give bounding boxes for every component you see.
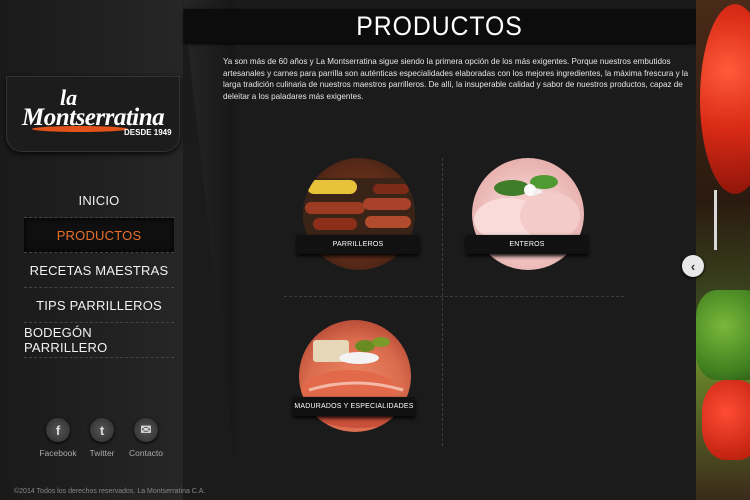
nav-item-productos[interactable]: PRODUCTOS — [24, 218, 174, 253]
parrilleros-label[interactable]: PARRILLEROS — [297, 235, 419, 254]
green-pepper-shape — [696, 290, 750, 380]
category-madurados[interactable]: MADURADOS Y ESPECIALIDADES — [293, 320, 415, 440]
contact-label[interactable]: Contacto — [129, 448, 163, 458]
skewer-shape — [714, 190, 717, 250]
logo[interactable]: la Montserratina DESDE 1949 — [6, 76, 180, 152]
page-title-bar: PRODUCTOS — [184, 9, 696, 43]
main-content: PRODUCTOS Ya son más de 60 años y La Mon… — [184, 0, 696, 500]
category-enteros[interactable]: ENTEROS — [466, 158, 588, 278]
twitter-label[interactable]: Twitter — [89, 448, 114, 458]
page-title: PRODUCTOS — [356, 10, 524, 41]
category-parrilleros[interactable]: PARRILLEROS — [297, 158, 419, 278]
social-links: f Facebook t Twitter ✉ Contacto — [38, 418, 166, 458]
footer-copyright: ©2014 Todos los derechos reservados. La … — [14, 488, 206, 495]
facebook-link[interactable]: f Facebook — [38, 418, 78, 458]
red-pepper-shape — [702, 380, 750, 460]
slider-prev-arrow[interactable]: ‹ — [682, 255, 704, 277]
grid-divider-vertical — [442, 158, 443, 446]
nav-item-inicio[interactable]: INICIO — [24, 183, 174, 218]
intro-paragraph: Ya son más de 60 años y La Montserratina… — [223, 57, 689, 101]
main-nav: INICIO PRODUCTOS RECETAS MAESTRAS TIPS P… — [24, 183, 174, 358]
contact-link[interactable]: ✉ Contacto — [126, 418, 166, 458]
facebook-icon[interactable]: f — [46, 418, 70, 442]
grid-divider-horizontal — [284, 296, 624, 297]
mail-icon[interactable]: ✉ — [134, 418, 158, 442]
madurados-label[interactable]: MADURADOS Y ESPECIALIDADES — [293, 397, 415, 416]
enteros-label[interactable]: ENTEROS — [466, 235, 588, 254]
nav-item-recetas-maestras[interactable]: RECETAS MAESTRAS — [24, 253, 174, 288]
tomato-shape — [700, 4, 750, 194]
twitter-link[interactable]: t Twitter — [82, 418, 122, 458]
logo-since: DESDE 1949 — [124, 128, 172, 137]
nav-item-tips-parrilleros[interactable]: TIPS PARRILLEROS — [24, 288, 174, 323]
nav-item-bodegon-parrillero[interactable]: BODEGÓN PARRILLERO — [24, 323, 174, 358]
twitter-icon[interactable]: t — [90, 418, 114, 442]
logo-swoosh — [32, 126, 128, 132]
facebook-label[interactable]: Facebook — [39, 448, 76, 458]
hero-photo-strip — [696, 0, 750, 500]
